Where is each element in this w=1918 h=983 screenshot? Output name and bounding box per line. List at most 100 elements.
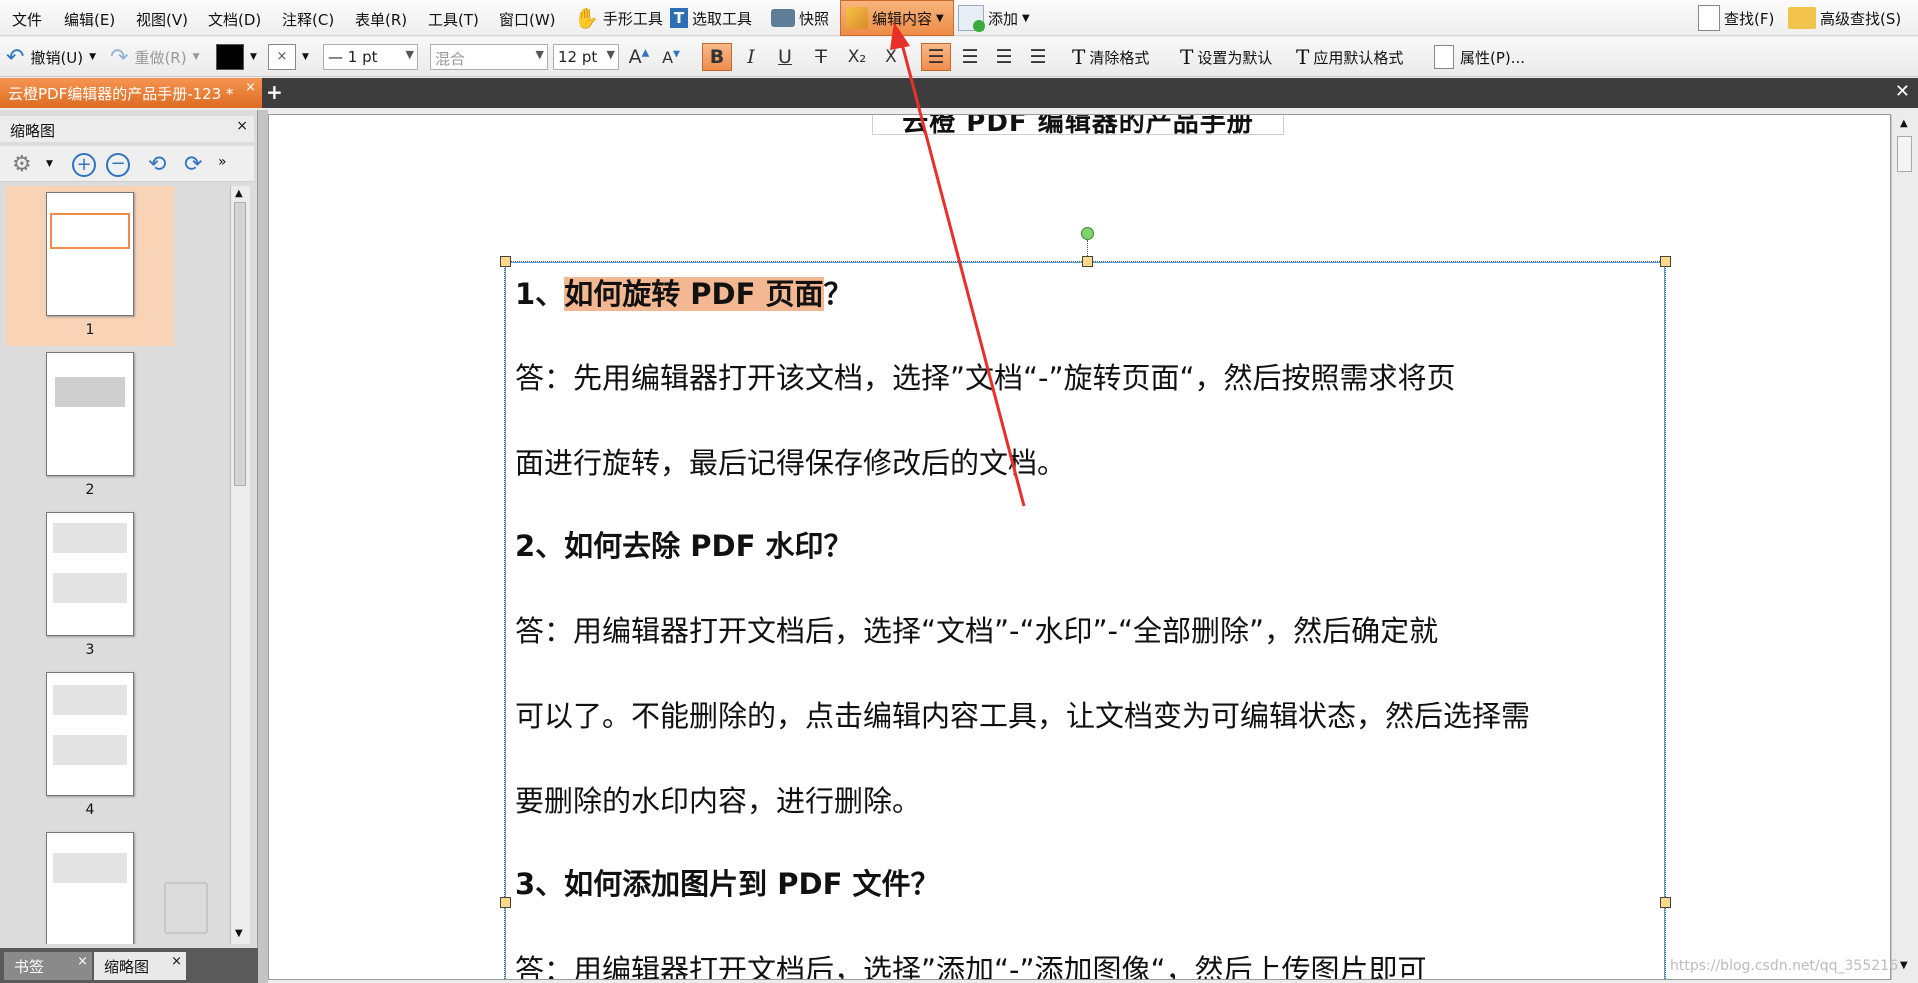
rotate-handle[interactable]	[1081, 227, 1094, 240]
fill-color-picker[interactable]: × ▼	[268, 43, 309, 71]
answer-1-line-1[interactable]: 答：先用编辑器打开该文档，选择”文档“-”旋转页面“，然后按照需求将页	[515, 355, 1456, 397]
justify-button[interactable]: ☰	[1023, 43, 1053, 71]
page-number: 4	[85, 802, 95, 818]
zoom-out-icon[interactable]: −	[106, 153, 130, 177]
close-icon[interactable]: ×	[171, 954, 182, 969]
document-scrollbar[interactable]: ▲ ▼	[1891, 114, 1918, 980]
superscript-button[interactable]: X	[876, 43, 906, 71]
set-default-label: 设置为默认	[1197, 48, 1273, 67]
tab-bookmarks-label: 书签	[14, 958, 45, 976]
tab-bookmarks[interactable]: 书签 ×	[4, 952, 92, 980]
question-1[interactable]: 1、如何旋转 PDF 页面？	[515, 271, 853, 313]
resize-handle-top-left[interactable]	[500, 256, 511, 267]
align-center-button[interactable]: ☰	[955, 43, 985, 71]
select-tool-button[interactable]: T 选取工具	[670, 0, 752, 36]
redo-button[interactable]: ↷ 重做(R) ▼	[110, 43, 200, 71]
answer-3-line-1[interactable]: 答：用编辑器打开文档后，选择”添加“-”添加图像“，然后上传图片即可	[515, 947, 1427, 979]
clear-format-button[interactable]: T 清除格式	[1072, 43, 1149, 71]
thumbnail-page-1[interactable]: 1	[6, 186, 174, 346]
page-number: 2	[85, 482, 95, 498]
undo-button[interactable]: ↶ 撤销(U) ▼	[6, 43, 96, 71]
tab-close-icon[interactable]: ×	[245, 80, 256, 95]
align-right-button[interactable]: ☰	[989, 43, 1019, 71]
document-tab[interactable]: 云橙PDF编辑器的产品手册-123 * ×	[0, 78, 262, 108]
menu-view[interactable]: 视图(V)	[136, 9, 188, 30]
advanced-find-button[interactable]: 高级查找(S)	[1788, 0, 1901, 36]
document-title[interactable]: 云橙 PDF 编辑器的产品手册	[872, 115, 1284, 138]
close-icon[interactable]: ×	[77, 954, 88, 969]
zoom-in-icon[interactable]: +	[72, 153, 96, 177]
line-width-select[interactable]: — 1 pt ▼	[323, 44, 418, 70]
source-watermark: https://blog.csdn.net/qq_355216	[1670, 958, 1898, 974]
panel-splitter[interactable]	[258, 110, 268, 983]
strikethrough-button[interactable]: T	[806, 43, 836, 71]
menu-form[interactable]: 表单(R)	[355, 9, 407, 30]
snapshot-button[interactable]: 快照	[771, 0, 829, 36]
chevron-down-icon: ▼	[606, 48, 615, 61]
scroll-down-icon[interactable]: ▼	[1900, 960, 1908, 971]
increase-font-button[interactable]: A▲	[624, 43, 654, 71]
menu-window[interactable]: 窗口(W)	[499, 9, 556, 30]
answer-2-line-3[interactable]: 要删除的水印内容，进行删除。	[515, 778, 921, 820]
properties-button[interactable]: 属性(P)...	[1434, 43, 1525, 71]
question-3[interactable]: 3、如何添加图片到 PDF 文件？	[515, 861, 940, 903]
highlighted-text[interactable]: 如何旋转 PDF 页面	[564, 277, 824, 311]
thumbnail-page-4[interactable]: 4	[6, 666, 174, 826]
blend-mode-select[interactable]: 混合 ▼	[430, 44, 548, 70]
thumbnail-page-5[interactable]	[6, 826, 174, 944]
bold-button[interactable]: B	[702, 43, 732, 71]
menu-bar: 文件 编辑(E) 视图(V) 文档(D) 注释(C) 表单(R) 工具(T) 窗…	[0, 0, 1918, 36]
page-preview	[46, 352, 134, 476]
decrease-font-button[interactable]: A▼	[656, 43, 686, 71]
resize-handle-left[interactable]	[500, 897, 511, 908]
folder-search-icon	[1788, 7, 1816, 29]
panel-close-icon[interactable]: ×	[236, 118, 248, 134]
chevron-down-icon: ▼	[250, 52, 257, 62]
menu-file[interactable]: 文件	[12, 9, 42, 30]
more-options-icon[interactable]: »	[218, 154, 227, 170]
edit-content-button[interactable]: 编辑内容 ▼	[840, 0, 954, 36]
undo-label: 撤销(U)	[30, 48, 84, 67]
set-default-button[interactable]: T 设置为默认	[1180, 43, 1272, 71]
menu-comment[interactable]: 注释(C)	[282, 9, 334, 30]
thumbnail-scrollbar[interactable]: ▲ ▼	[230, 186, 250, 944]
rotate-right-icon[interactable]: ⟳	[184, 152, 202, 177]
tab-thumbnails[interactable]: 缩略图 ×	[94, 952, 186, 980]
align-left-button[interactable]: ☰	[921, 43, 951, 71]
resize-handle-top-right[interactable]	[1660, 256, 1671, 267]
text-color-picker[interactable]: ▼	[216, 43, 257, 71]
font-size-select[interactable]: 12 pt ▼	[553, 44, 619, 70]
scroll-thumb[interactable]	[1897, 136, 1912, 172]
chevron-down-icon: ▼	[1022, 12, 1030, 24]
menu-tools[interactable]: 工具(T)	[428, 9, 479, 30]
thumbnail-page-2[interactable]: 2	[6, 346, 174, 506]
question-2[interactable]: 2、如何去除 PDF 水印？	[515, 523, 853, 565]
close-all-icon[interactable]: ✕	[1895, 81, 1910, 102]
scroll-thumb[interactable]	[234, 202, 246, 486]
italic-button[interactable]: I	[736, 43, 766, 71]
chevron-down-icon[interactable]: ▼	[46, 159, 53, 169]
add-button[interactable]: 添加 ▼	[958, 0, 1030, 36]
resize-handle-top[interactable]	[1082, 256, 1093, 267]
menu-document[interactable]: 文档(D)	[208, 9, 261, 30]
subscript-button[interactable]: X₂	[842, 43, 872, 71]
scroll-up-icon[interactable]: ▲	[1900, 118, 1908, 129]
thumbnail-page-3[interactable]: 3	[6, 506, 174, 666]
document-tab-label: 云橙PDF编辑器的产品手册-123 *	[8, 85, 234, 103]
align-left-icon: ☰	[927, 46, 945, 68]
find-button[interactable]: 查找(F)	[1698, 0, 1774, 36]
menu-edit[interactable]: 编辑(E)	[64, 9, 115, 30]
scroll-down-icon[interactable]: ▼	[235, 928, 243, 939]
answer-1-line-2[interactable]: 面进行旋转，最后记得保存修改后的文档。	[515, 440, 1066, 482]
document-canvas[interactable]: 云橙 PDF 编辑器的产品手册 1、如何旋转 PDF 页面？ 答：先用编辑器打开…	[268, 114, 1891, 980]
rotate-left-icon[interactable]: ⟲	[148, 152, 166, 177]
apply-default-button[interactable]: T 应用默认格式	[1296, 43, 1403, 71]
scroll-up-icon[interactable]: ▲	[235, 188, 243, 199]
new-tab-button[interactable]: +	[266, 80, 283, 104]
gear-icon[interactable]: ⚙	[12, 152, 32, 177]
answer-2-line-1[interactable]: 答：用编辑器打开文档后，选择“文档”-“水印”-“全部删除”，然后确定就	[515, 608, 1438, 650]
hand-tool-button[interactable]: ✋ 手形工具	[574, 0, 663, 36]
underline-button[interactable]: U	[770, 43, 800, 71]
resize-handle-right[interactable]	[1660, 897, 1671, 908]
answer-2-line-2[interactable]: 可以了。不能删除的，点击编辑内容工具，让文档变为可编辑状态，然后选择需	[515, 693, 1530, 735]
